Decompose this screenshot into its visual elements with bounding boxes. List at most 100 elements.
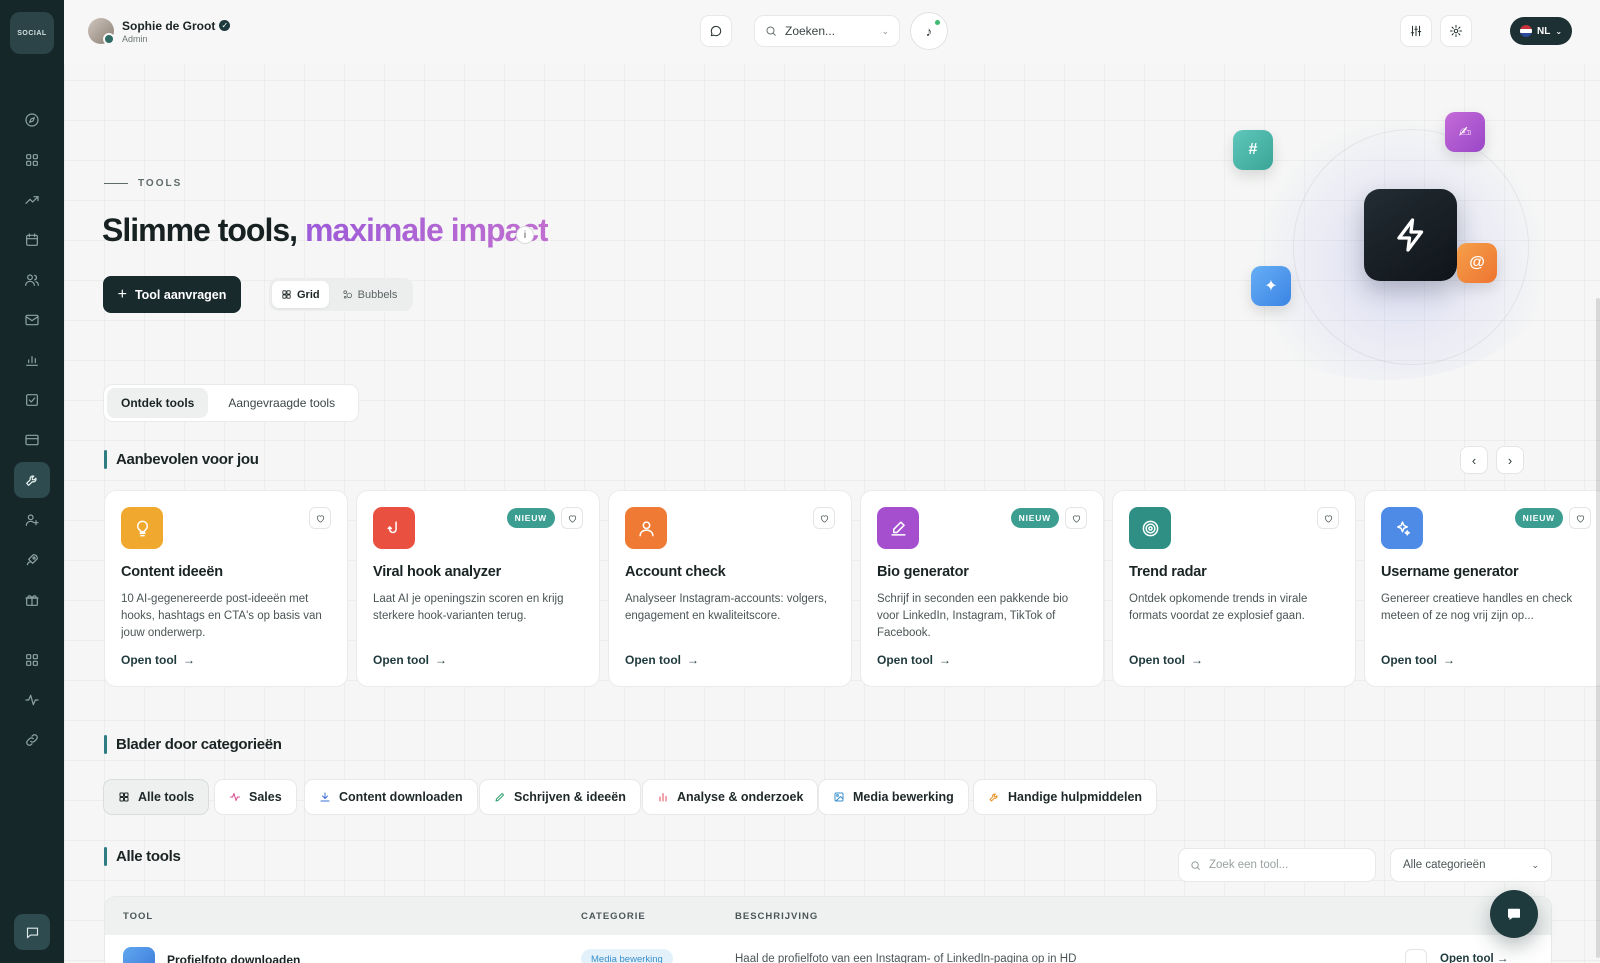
open-tool-link[interactable]: Open tool →: [625, 653, 699, 667]
open-tool-link[interactable]: Open tool →: [1129, 653, 1203, 667]
sidebar-chat-button[interactable]: [14, 914, 50, 950]
view-grid-label: Grid: [297, 288, 320, 301]
tool-card[interactable]: NIEUW Viral hook analyzer Laat AI je ope…: [356, 490, 600, 687]
sidebar-item-growth[interactable]: [14, 182, 50, 218]
sidebar-item-calendar[interactable]: [14, 222, 50, 258]
sidebar-item-activity[interactable]: [14, 682, 50, 718]
user-icon: [638, 520, 654, 536]
filters-button[interactable]: [1400, 15, 1432, 47]
sidebar-item-invite[interactable]: [14, 502, 50, 538]
recommended-carousel: Content ideeën 10 AI-gegenereerde post-i…: [104, 490, 1600, 688]
favorite-button[interactable]: [1569, 507, 1591, 529]
tools-tabs: Ontdek tools Aangevraagde tools: [103, 384, 359, 422]
category-analysis[interactable]: Analyse & onderzoek: [642, 779, 819, 815]
category-label: Alle tools: [138, 790, 195, 804]
category-utilities[interactable]: Handige hulpmiddelen: [973, 779, 1158, 815]
carousel-prev-button[interactable]: ‹: [1460, 446, 1488, 474]
card-title: Content ideeën: [121, 564, 223, 580]
category-select[interactable]: Alle categorieën ⌄: [1390, 848, 1552, 882]
chat-bubble-icon: [710, 25, 722, 37]
sparkles-icon: [1396, 520, 1410, 536]
language-switcher[interactable]: NL ⌄: [1510, 17, 1572, 45]
carousel-next-button[interactable]: ›: [1496, 446, 1524, 474]
sidebar-item-tools[interactable]: [14, 462, 50, 498]
lightning-icon: [1396, 218, 1423, 252]
checklist-icon: [26, 394, 38, 406]
download-icon: [123, 947, 155, 963]
tab-requested[interactable]: Aangevraagde tools: [214, 388, 349, 418]
view-bubbles-button[interactable]: Bubbels: [333, 281, 407, 308]
search-placeholder: Zoeken...: [785, 24, 836, 38]
chevron-right-icon: ›: [1507, 452, 1513, 468]
all-tools-heading: Alle tools: [104, 847, 181, 866]
heart-icon: [1072, 514, 1080, 523]
row-open-tool-link[interactable]: Open tool →: [1440, 953, 1508, 963]
sidebar-item-inbox[interactable]: [14, 302, 50, 338]
open-tool-link[interactable]: Open tool →: [121, 653, 195, 667]
recommended-title: Aanbevolen voor jou: [116, 451, 259, 468]
sidebar-item-launch[interactable]: [14, 542, 50, 578]
global-search[interactable]: Zoeken... ⌄: [754, 15, 900, 47]
music-button[interactable]: ♪: [910, 12, 948, 50]
chart-icon: [659, 793, 667, 802]
sidebar-item-apps[interactable]: [14, 642, 50, 678]
info-icon[interactable]: i: [516, 226, 534, 244]
sidebar-item-rewards[interactable]: [14, 582, 50, 618]
row-description: Haal de profielfoto van een Instagram- o…: [735, 953, 1077, 963]
user-profile[interactable]: Sophie de Groot ✓ Admin: [88, 18, 231, 45]
sidebar-item-dashboard[interactable]: [14, 142, 50, 178]
categories-heading: Blader door categorieën: [104, 735, 282, 754]
tool-card[interactable]: Account check Analyseer Instagram-accoun…: [608, 490, 852, 687]
sidebar: SOCIAL: [0, 0, 64, 963]
category-label: Handige hulpmiddelen: [1008, 790, 1143, 804]
favorite-button[interactable]: [1317, 507, 1339, 529]
heart-icon: [316, 514, 324, 523]
main-content: Sophie de Groot ✓ Admin Zoeken... ⌄ ♪ NL: [64, 0, 1600, 963]
calendar-icon: [26, 233, 38, 246]
user-name-row: Sophie de Groot ✓: [122, 19, 231, 33]
support-chat-button[interactable]: [1490, 890, 1538, 938]
message-icon: [26, 927, 38, 939]
bubbles-icon: [343, 290, 352, 299]
tool-card[interactable]: Content ideeën 10 AI-gegenereerde post-i…: [104, 490, 348, 687]
category-writing[interactable]: Schrijven & ideeën: [479, 779, 641, 815]
tool-search-placeholder: Zoek een tool...: [1209, 859, 1289, 871]
sidebar-item-billing[interactable]: [14, 422, 50, 458]
favorite-button[interactable]: [309, 507, 331, 529]
settings-button[interactable]: [1440, 15, 1472, 47]
favorite-button[interactable]: [1065, 507, 1087, 529]
category-sales[interactable]: Sales: [214, 779, 297, 815]
grid-icon: [119, 792, 129, 802]
tab-discover[interactable]: Ontdek tools: [107, 388, 209, 418]
favorite-button[interactable]: [1405, 949, 1427, 963]
category-media[interactable]: Media bewerking: [818, 779, 969, 815]
column-header-description: BESCHRIJVING: [735, 911, 819, 922]
tool-card[interactable]: NIEUW Username generator Genereer creati…: [1364, 490, 1600, 687]
open-tool-label: Open tool: [121, 653, 177, 667]
category-content-download[interactable]: Content downloaden: [304, 779, 478, 815]
open-tool-link[interactable]: Open tool →: [877, 653, 951, 667]
favorite-button[interactable]: [813, 507, 835, 529]
open-tool-link[interactable]: Open tool →: [1381, 653, 1455, 667]
view-grid-button[interactable]: Grid: [272, 281, 329, 308]
sidebar-item-links[interactable]: [14, 722, 50, 758]
table-row[interactable]: Profielfoto downloaden Media bewerking H…: [105, 947, 1551, 963]
tool-search-input[interactable]: Zoek een tool...: [1178, 848, 1376, 882]
card-title: Viral hook analyzer: [373, 564, 502, 580]
open-tool-link[interactable]: Open tool →: [373, 653, 447, 667]
request-tool-button[interactable]: + Tool aanvragen: [103, 276, 241, 313]
app-logo[interactable]: SOCIAL: [10, 12, 54, 54]
sidebar-item-tasks[interactable]: [14, 382, 50, 418]
favorite-button[interactable]: [561, 507, 583, 529]
sidebar-item-analytics[interactable]: [14, 342, 50, 378]
messages-button[interactable]: [700, 15, 732, 47]
sidebar-item-explore[interactable]: [14, 102, 50, 138]
categories-title: Blader door categorieën: [116, 736, 282, 753]
tool-card[interactable]: Trend radar Ontdek opkomende trends in v…: [1112, 490, 1356, 687]
sidebar-item-team[interactable]: [14, 262, 50, 298]
trending-icon: [25, 196, 39, 204]
tool-card[interactable]: NIEUW Bio generator Schrijf in seconden …: [860, 490, 1104, 687]
page-scrollbar[interactable]: [1596, 298, 1600, 958]
pulse-icon: [230, 793, 240, 801]
category-all-tools[interactable]: Alle tools: [103, 779, 210, 815]
